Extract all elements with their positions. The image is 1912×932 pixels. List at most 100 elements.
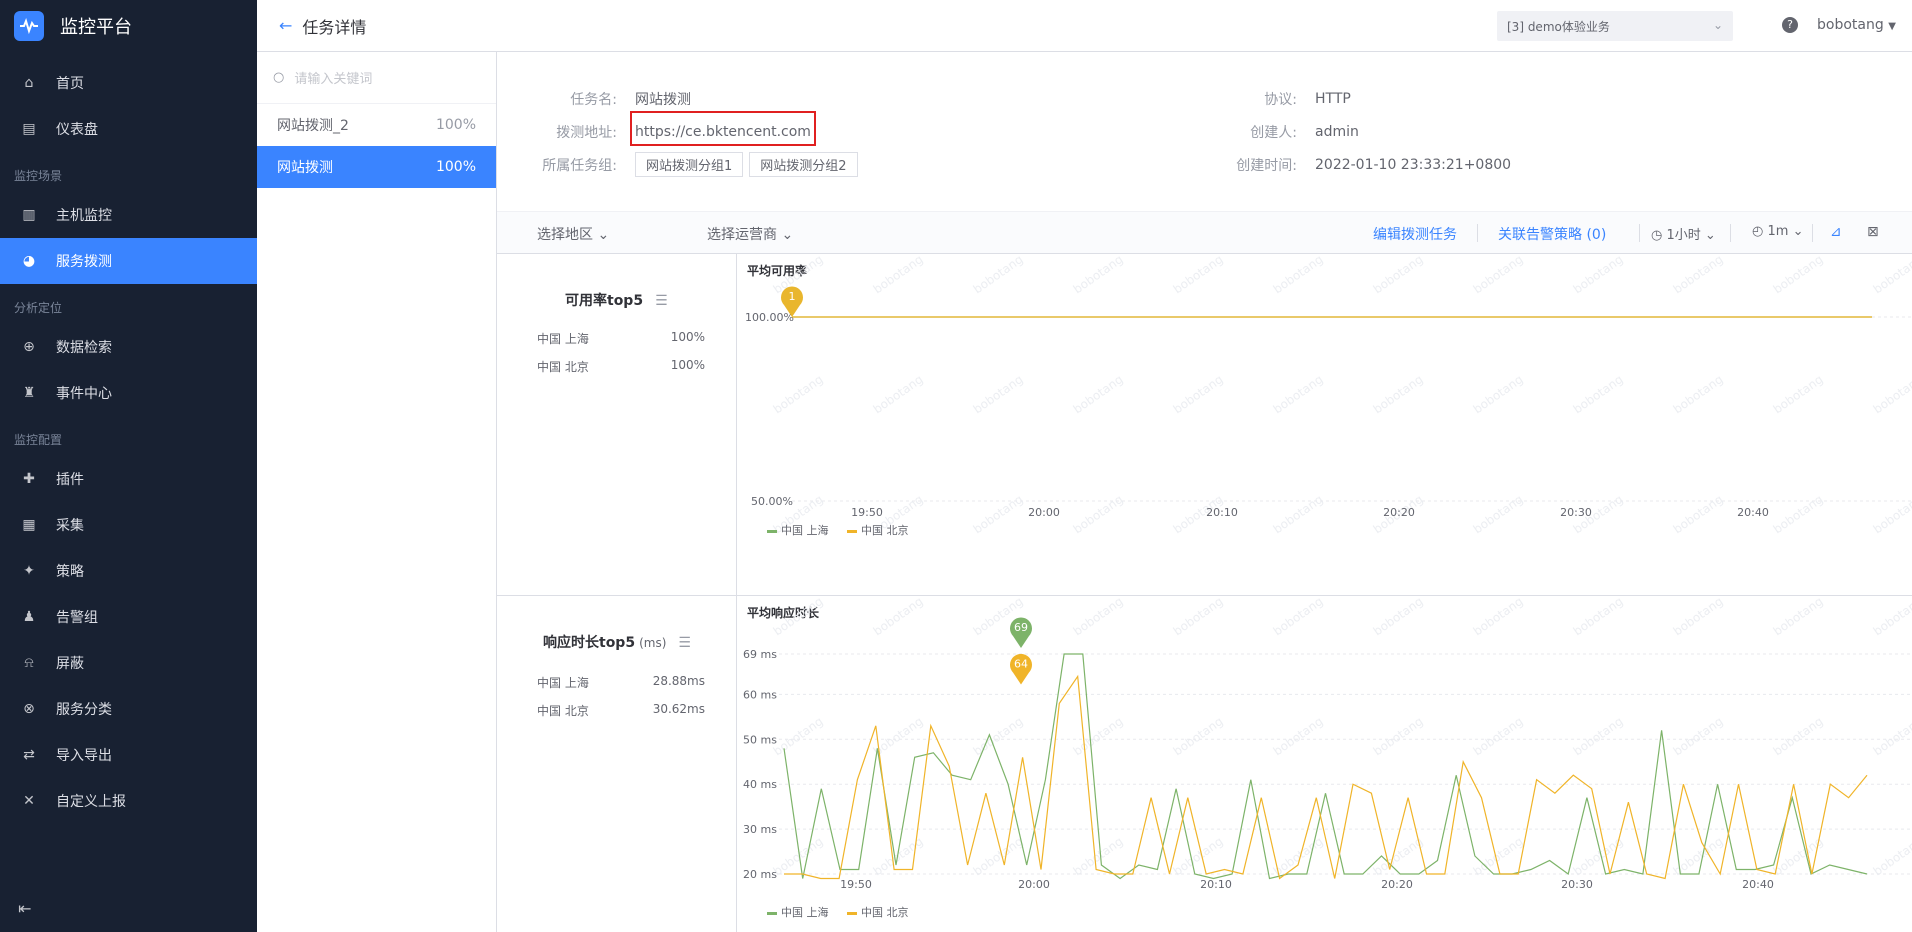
x-tick-label: 20:10 bbox=[1200, 878, 1232, 891]
nav-item-strategy[interactable]: ✦ 策略 bbox=[0, 548, 257, 594]
x-tick-label: 19:50 bbox=[851, 506, 883, 519]
nav-item-host[interactable]: ▥ 主机监控 bbox=[0, 192, 257, 238]
interval-value: 1m bbox=[1767, 224, 1789, 239]
nav-item-data-search[interactable]: ⊕ 数据检索 bbox=[0, 324, 257, 370]
chevron-down-icon: ⌄ bbox=[781, 227, 794, 243]
nav-item-probe[interactable]: ◕ 服务拨测 bbox=[0, 238, 257, 284]
alarm-strategy-link[interactable]: 关联告警策略 (0) bbox=[1498, 224, 1606, 244]
isp-select[interactable]: 选择运营商 ⌄ bbox=[707, 224, 793, 244]
divider bbox=[1730, 224, 1731, 242]
chart-marker-label: 1 bbox=[789, 290, 796, 303]
group-tag: 网站拨测分组2 bbox=[749, 152, 858, 177]
info-task-name: 任务名: 网站拨测 bbox=[497, 89, 691, 109]
time-range-select[interactable]: ◷ 1小时 ⌄ bbox=[1651, 224, 1716, 243]
help-icon[interactable]: ? bbox=[1782, 17, 1798, 33]
divider bbox=[1812, 224, 1813, 242]
y-tick-label: 69 ms bbox=[743, 648, 777, 661]
watermark-text: bobotang bbox=[1071, 254, 1126, 296]
top5-row: 中国 北京 100% bbox=[537, 358, 705, 375]
chart-view-icon[interactable]: ⊿ bbox=[1830, 224, 1842, 240]
watermark-text: bobotang bbox=[971, 372, 1026, 416]
watermark-text: bobotang bbox=[1571, 714, 1626, 758]
alarm-count: (0) bbox=[1586, 227, 1607, 243]
sort-icon[interactable]: ☰ bbox=[655, 293, 668, 309]
watermark-text: bobotang bbox=[1271, 492, 1326, 536]
time-range-value: 1小时 bbox=[1666, 228, 1701, 243]
search-input[interactable]: 请输入关键词 bbox=[294, 68, 372, 87]
x-tick-label: 20:30 bbox=[1560, 506, 1592, 519]
watermark-text: bobotang bbox=[1671, 254, 1726, 296]
chart-marker-label: 69 bbox=[1014, 621, 1028, 634]
nav-item-plugin[interactable]: ✚ 插件 bbox=[0, 456, 257, 502]
refresh-icon: ◴ bbox=[1752, 224, 1764, 239]
interval-select[interactable]: ◴ 1m ⌄ bbox=[1752, 224, 1803, 239]
watermark-text: bobotang bbox=[1071, 714, 1126, 758]
x-tick-label: 20:40 bbox=[1742, 878, 1774, 891]
user-menu[interactable]: bobotang ▼ bbox=[1817, 17, 1896, 33]
nav-label: 导入导出 bbox=[56, 748, 112, 764]
watermark-text: bobotang bbox=[1471, 714, 1526, 758]
watermark-text: bobotang bbox=[1771, 596, 1826, 638]
nav-item-dashboard[interactable]: ▤ 仪表盘 bbox=[0, 106, 257, 152]
watermark-text: bobotang bbox=[1071, 596, 1126, 638]
x-tick-label: 20:20 bbox=[1381, 878, 1413, 891]
watermark-text: bobotang bbox=[1771, 492, 1826, 536]
nav-label: 服务分类 bbox=[56, 702, 112, 718]
nav-label: 告警组 bbox=[56, 610, 98, 626]
nav-item-home[interactable]: ⌂ 首页 bbox=[0, 60, 257, 106]
import-export-icon: ⇄ bbox=[23, 747, 35, 763]
watermark-text: bobotang bbox=[771, 714, 826, 758]
task-item-active[interactable]: 网站拨测 100% bbox=[257, 146, 496, 188]
watermark-text: bobotang bbox=[971, 714, 1026, 758]
probe-icon: ◕ bbox=[22, 253, 36, 269]
x-tick-label: 20:00 bbox=[1028, 506, 1060, 519]
legend-label: 中国 上海 bbox=[781, 905, 829, 919]
y-tick-label: 100.00% bbox=[745, 311, 794, 324]
task-item[interactable]: 网站拨测_2 100% bbox=[257, 104, 496, 146]
alarm-group-icon: ♟ bbox=[22, 609, 36, 625]
event-icon: ♜ bbox=[22, 385, 36, 401]
sort-icon[interactable]: ☰ bbox=[678, 635, 691, 651]
nav-label: 仪表盘 bbox=[56, 122, 98, 138]
business-select[interactable]: [3] demo体验业务 ⌄ bbox=[1497, 11, 1733, 41]
watermark-text: bobotang bbox=[871, 596, 926, 638]
search-data-icon: ⊕ bbox=[23, 339, 35, 355]
value: HTTP bbox=[1315, 91, 1351, 107]
task-search[interactable]: ○ 请输入关键词 bbox=[257, 52, 496, 104]
watermark-text: bobotang bbox=[1071, 372, 1126, 416]
task-info: 任务名: 网站拨测 拨测地址: https://ce.bktencent.com… bbox=[497, 52, 1912, 212]
region: 中国 上海 bbox=[537, 676, 589, 690]
title-text: 响应时长top5 bbox=[543, 635, 636, 651]
nav-item-alarm-group[interactable]: ♟ 告警组 bbox=[0, 594, 257, 640]
nav-item-custom-report[interactable]: ✕ 自定义上报 bbox=[0, 778, 257, 824]
watermark-text: bobotang bbox=[1771, 714, 1826, 758]
top5-row: 中国 北京 30.62ms bbox=[537, 702, 705, 719]
nav-item-import-export[interactable]: ⇄ 导入导出 bbox=[0, 732, 257, 778]
watermark-text: bobotang bbox=[1871, 492, 1912, 536]
region: 中国 上海 bbox=[537, 332, 589, 346]
group-tag: 网站拨测分组1 bbox=[635, 152, 744, 177]
nav-item-category[interactable]: ⊗ 服务分类 bbox=[0, 686, 257, 732]
watermark-text: bobotang bbox=[1571, 372, 1626, 416]
region: 中国 北京 bbox=[537, 704, 589, 718]
availability-chart: bobotang bobotang bobotang bobotang bobotang… bbox=[745, 254, 1912, 537]
watermark-text: bobotang bbox=[871, 254, 926, 296]
watermark-text: bobotang bbox=[1571, 596, 1626, 638]
back-arrow-icon[interactable]: ← bbox=[279, 16, 292, 35]
availability-panel: 可用率top5 ☰ 中国 上海 100% 中国 北京 100% 平均可用率 bobot… bbox=[497, 254, 1912, 596]
edit-task-link[interactable]: 编辑拨测任务 bbox=[1373, 224, 1457, 244]
caret-down-icon: ▼ bbox=[1888, 21, 1896, 32]
value: 网站拨测 bbox=[635, 92, 691, 108]
brand[interactable]: 监控平台 bbox=[0, 0, 257, 52]
chevron-down-icon: ⌄ bbox=[597, 227, 610, 243]
nav-item-collect[interactable]: ▦ 采集 bbox=[0, 502, 257, 548]
task-list-panel: ○ 请输入关键词 网站拨测_2 100% 网站拨测 100% bbox=[257, 52, 497, 932]
region-select[interactable]: 选择地区 ⌄ bbox=[537, 224, 609, 244]
alarm-label: 关联告警策略 bbox=[1498, 227, 1582, 243]
map-view-icon[interactable]: ⊠ bbox=[1867, 224, 1879, 240]
collapse-sidebar-icon[interactable]: ⇤ bbox=[18, 899, 31, 918]
watermark-text: bobotang bbox=[1171, 714, 1226, 758]
nav-item-event[interactable]: ♜ 事件中心 bbox=[0, 370, 257, 416]
nav-item-shield[interactable]: ⍾ 屏蔽 bbox=[0, 640, 257, 686]
region-label: 选择地区 bbox=[537, 227, 593, 243]
